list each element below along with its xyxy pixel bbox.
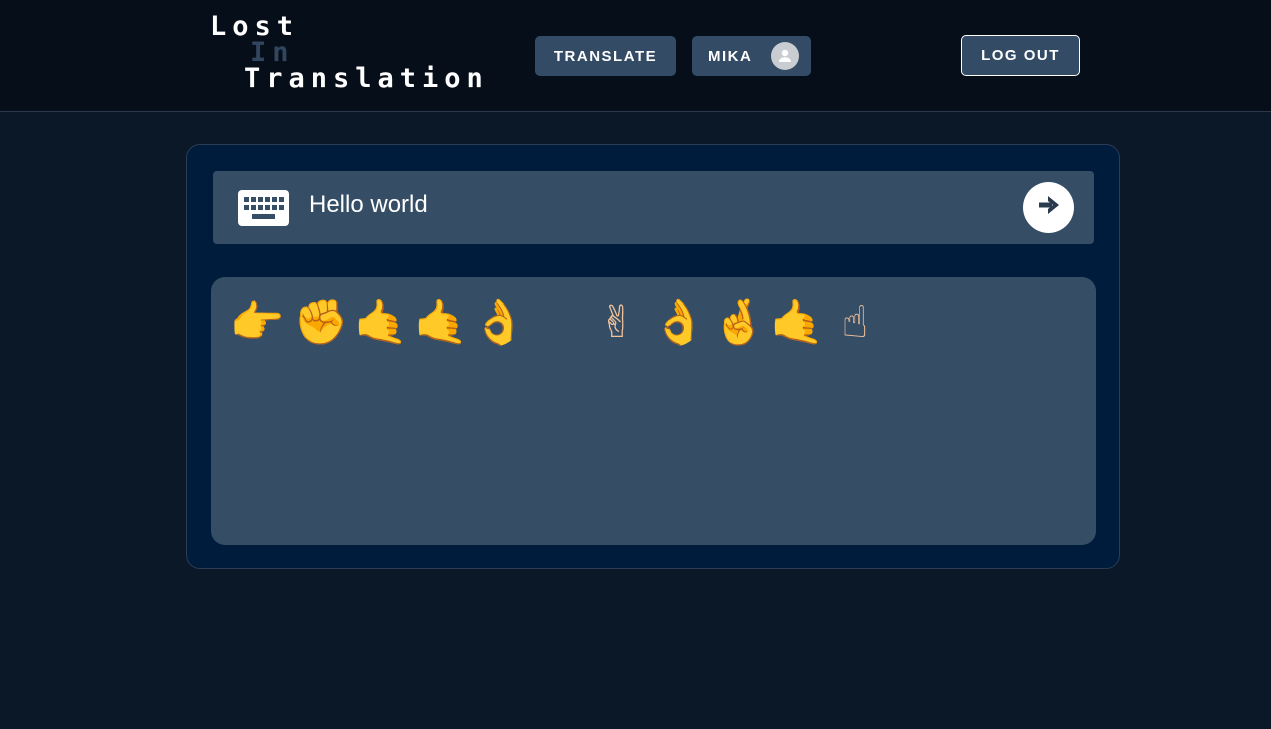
keyboard-icon — [238, 190, 289, 231]
translation-text-input[interactable] — [309, 188, 999, 222]
profile-username: MIKA — [708, 47, 753, 65]
sign-letter-o: 👌 — [471, 297, 527, 348]
sign-letter-l: 🤙 — [353, 297, 409, 348]
profile-nav-button[interactable]: MIKA — [692, 36, 811, 76]
top-navbar: Lost In Translation TRANSLATE MIKA LOG O… — [0, 0, 1271, 112]
translate-nav-label: TRANSLATE — [553, 47, 658, 65]
sign-letter-l: 🤙 — [413, 297, 469, 348]
app-logo[interactable]: Lost In Translation — [210, 13, 489, 94]
logout-label: LOG OUT — [981, 47, 1060, 64]
logout-button[interactable]: LOG OUT — [961, 35, 1080, 76]
user-avatar-icon — [771, 42, 799, 70]
translate-nav-button[interactable]: TRANSLATE — [535, 36, 676, 76]
translation-panel: 👉✊🤙🤙👌✌👌🤞🤙☝ — [186, 144, 1120, 569]
logo-line-translation: Translation — [244, 63, 489, 94]
translate-submit-button[interactable] — [1023, 182, 1074, 233]
sign-letter-h: 👉 — [229, 297, 285, 348]
sign-language-output: 👉 ✊ 🤙 🤙 👌 ✌ 👌 🤞 🤙 ☝ — [211, 277, 1096, 545]
sign-letter-o: 👌 — [651, 297, 707, 348]
translation-input-bar — [213, 171, 1094, 244]
arrow-right-icon — [1038, 195, 1060, 220]
sign-letter-e: ✊ — [293, 297, 349, 348]
sign-letter-d: ☝ — [841, 297, 869, 348]
sign-letter-r: 🤞 — [711, 297, 767, 348]
sign-letter-l: 🤙 — [769, 297, 825, 348]
sign-letter-w: ✌ — [598, 297, 636, 348]
